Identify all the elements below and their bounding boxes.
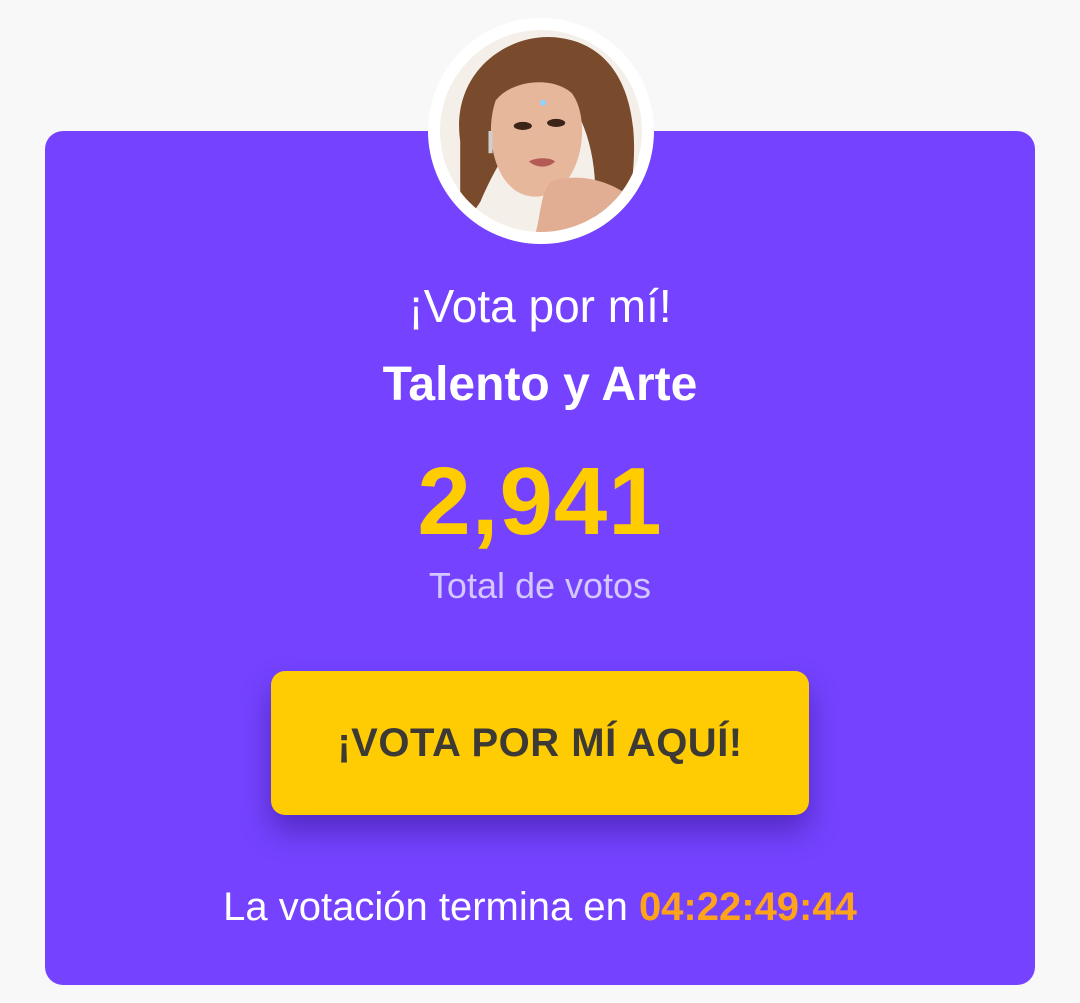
profile-photo-icon: [440, 30, 642, 232]
category-title: Talento y Arte: [382, 358, 698, 411]
avatar: [428, 18, 654, 244]
countdown-text: La votación termina en 04:22:49:44: [0, 882, 1080, 932]
vote-card: [45, 131, 1035, 985]
vote-button[interactable]: ¡VOTA POR MÍ AQUÍ!: [271, 671, 809, 815]
votes-count: 2,941: [417, 448, 663, 555]
countdown-prefix: La votación termina en: [223, 885, 628, 929]
vote-for-me-subtitle: ¡Vota por mí!: [408, 280, 672, 332]
votes-label: Total de votos: [428, 565, 652, 606]
countdown-timer: 04:22:49:44: [638, 885, 857, 929]
